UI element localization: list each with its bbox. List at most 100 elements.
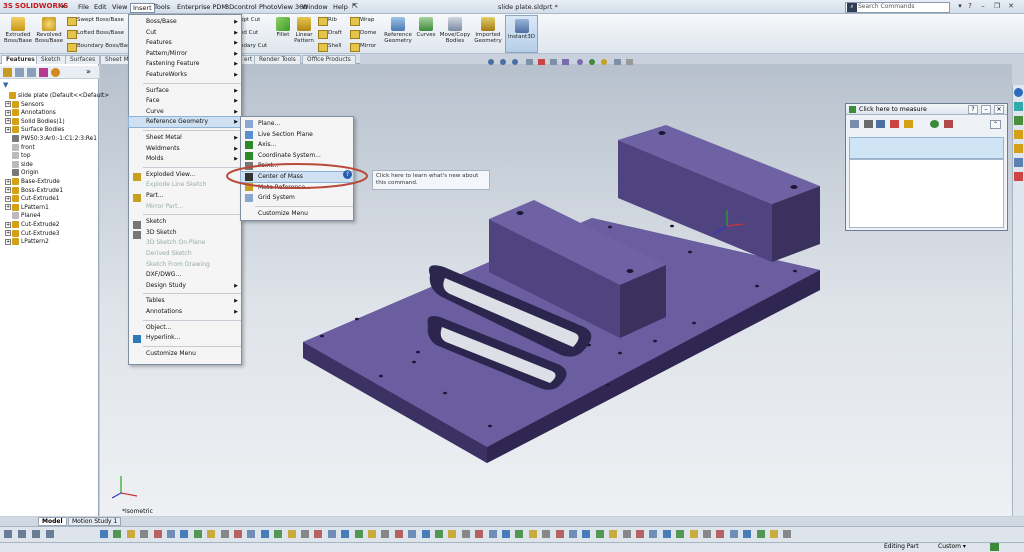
display-style-icon[interactable] — [756, 530, 765, 538]
display-style-icon[interactable] — [569, 530, 577, 538]
menu-insert[interactable]: Insert — [130, 3, 155, 13]
display-style-icon[interactable] — [381, 530, 390, 538]
help-icon[interactable]: ? — [965, 2, 975, 12]
menu-item-hyperlink[interactable]: Hyperlink... — [129, 333, 241, 343]
tab-motion-study[interactable]: Motion Study 1 — [68, 517, 122, 526]
zoom-to-fit-icon[interactable] — [475, 530, 484, 538]
imported-geometry-button[interactable]: Imported Geometry — [472, 17, 504, 44]
hide-show-icon[interactable] — [220, 530, 229, 538]
menu-item-dxf-dwg[interactable]: DXF/DWG... — [129, 270, 241, 280]
hide-show-icon[interactable] — [783, 530, 792, 538]
scene-icon[interactable] — [435, 530, 443, 538]
expand-panel-icon[interactable]: » — [86, 67, 91, 76]
expand-icon[interactable]: + — [5, 230, 11, 237]
menu-item-customize-menu[interactable]: Customize Menu — [129, 349, 241, 359]
reference-geometry-button[interactable]: Reference Geometry — [383, 17, 413, 44]
menu-item-sheet-metal[interactable]: Sheet Metal ▶ — [129, 133, 241, 143]
menu-item-face[interactable]: Face ▶ — [129, 96, 241, 106]
display-style-icon[interactable] — [193, 530, 202, 538]
rotate-icon[interactable] — [703, 530, 711, 538]
resources-icon[interactable] — [1014, 88, 1023, 97]
pin-icon[interactable]: ⇱ — [352, 2, 362, 12]
revolved-boss-button[interactable]: Revolved Boss/Base — [34, 17, 64, 44]
zoom-area-icon[interactable] — [676, 530, 685, 538]
shell-button[interactable]: Shell — [318, 42, 341, 52]
view-orientation-icon[interactable] — [743, 530, 752, 538]
rebuild-icon[interactable] — [448, 530, 457, 538]
menu-expand-icon[interactable]: ▸ — [62, 2, 72, 12]
view-orientation-icon[interactable] — [555, 530, 564, 538]
boundary-boss-button[interactable]: Boundary Boss/Base — [67, 42, 133, 52]
menu-item-grid-system[interactable]: Grid System — [241, 193, 353, 203]
curves-button[interactable]: Curves — [415, 17, 437, 38]
select-icon[interactable] — [354, 530, 363, 538]
menu-file[interactable]: File — [76, 3, 91, 13]
menu-item-reference-geometry[interactable]: Reference Geometry ▶ — [128, 116, 242, 129]
menu-item-coordinate-system[interactable]: Coordinate System... — [241, 151, 353, 161]
expand-icon[interactable]: + — [5, 187, 11, 194]
xyz-icon[interactable] — [876, 120, 885, 128]
zoom-to-fit-icon[interactable] — [662, 530, 671, 538]
tab-sketch[interactable]: Sketch — [36, 55, 66, 64]
menu-item-features[interactable]: Features ▶ — [129, 38, 241, 48]
expand-icon[interactable]: + — [5, 178, 11, 185]
zoom-in-icon[interactable] — [314, 530, 323, 538]
menu-window[interactable]: Window — [300, 3, 330, 13]
status-units[interactable]: Custom ▾ — [938, 543, 966, 550]
menu-view[interactable]: View — [110, 3, 129, 13]
menu-item-boss-base[interactable]: Boss/Base ▶ — [129, 17, 241, 27]
menu-item-cut[interactable]: Cut ▶ — [129, 28, 241, 38]
menu-item-annotations[interactable]: Annotations ▶ — [129, 307, 241, 317]
filter-icon[interactable]: ▼ — [3, 81, 8, 89]
arc-condition-icon[interactable] — [864, 120, 873, 128]
options-icon[interactable] — [649, 530, 658, 538]
view-palette-icon[interactable] — [1014, 158, 1023, 167]
playback-control-icon[interactable] — [32, 530, 40, 538]
swept-boss-button[interactable]: Swept Boss/Base — [67, 16, 124, 26]
select-icon[interactable] — [542, 530, 551, 538]
playback-control-icon[interactable] — [4, 530, 12, 538]
section-view-icon[interactable] — [582, 530, 591, 538]
history-icon[interactable] — [930, 120, 939, 128]
pan-icon[interactable] — [716, 530, 725, 538]
expand-icon[interactable]: + — [5, 221, 11, 228]
menu-item-live-section-plane[interactable]: Live Section Plane — [241, 130, 353, 140]
draft-button[interactable]: Draft — [318, 29, 342, 39]
select-icon[interactable] — [167, 530, 175, 538]
extruded-boss-button[interactable]: Extruded Boss/Base — [3, 17, 33, 44]
menu-item-pattern-mirror[interactable]: Pattern/Mirror ▶ — [129, 49, 241, 59]
menu-item-part[interactable]: Part... — [129, 191, 241, 201]
scene-icon[interactable] — [247, 530, 256, 538]
section-view-icon[interactable] — [394, 530, 403, 538]
rotate-icon[interactable] — [140, 530, 149, 538]
menu-item-axis[interactable]: Axis... — [241, 140, 353, 150]
expand-icon[interactable]: + — [5, 101, 11, 108]
appearance-icon[interactable] — [609, 530, 618, 538]
menu-3dcontrol[interactable]: 3Dcontrol — [223, 3, 259, 13]
tab-surfaces[interactable]: Surfaces — [65, 55, 101, 64]
expand-icon[interactable]: + — [5, 109, 11, 116]
options-icon[interactable] — [274, 530, 283, 538]
zoom-in-icon[interactable] — [689, 530, 698, 538]
hide-show-icon[interactable] — [408, 530, 417, 538]
pan-icon[interactable] — [341, 530, 350, 538]
options-icon[interactable] — [461, 530, 470, 538]
menu-item-plane[interactable]: Plane... — [241, 119, 353, 129]
measure-close-button[interactable]: ✕ — [994, 105, 1004, 114]
pan-icon[interactable] — [528, 530, 537, 538]
menu-item-surface[interactable]: Surface ▶ — [129, 86, 241, 96]
menu-item-sketch[interactable]: Sketch — [129, 217, 241, 227]
rib-button[interactable]: Rib — [318, 16, 337, 26]
dimxpert-icon[interactable] — [39, 68, 48, 77]
scene-icon[interactable] — [622, 530, 631, 538]
solidworks-logo[interactable]: 3S SOLIDWORKS — [3, 2, 68, 13]
expand-icon[interactable]: + — [5, 118, 11, 125]
zoom-area-icon[interactable] — [301, 530, 309, 538]
search-dropdown-icon[interactable]: ▾ — [955, 2, 965, 12]
sensor-icon[interactable] — [944, 120, 953, 128]
appearance-icon[interactable] — [421, 530, 430, 538]
zoom-to-fit-icon[interactable] — [287, 530, 296, 538]
file-explorer-icon[interactable] — [1014, 130, 1023, 139]
configuration-manager-icon[interactable] — [27, 68, 36, 77]
move-copy-bodies-button[interactable]: Move/Copy Bodies — [438, 17, 472, 44]
